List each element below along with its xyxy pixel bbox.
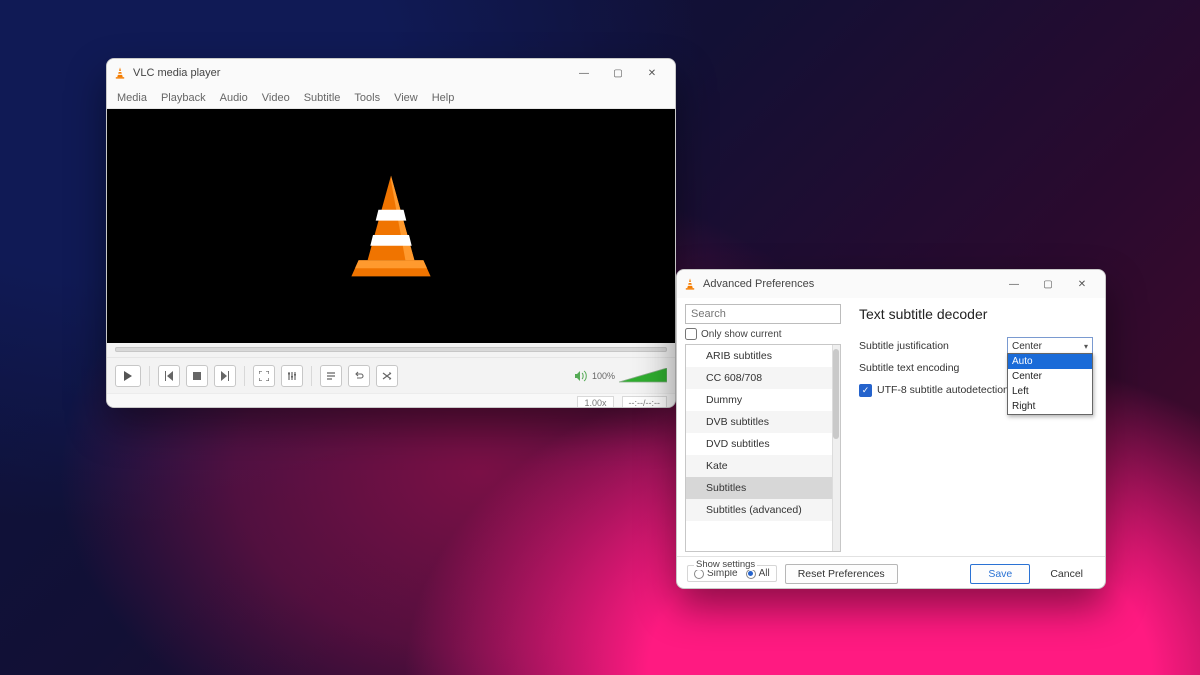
- dropdown-option[interactable]: Right: [1008, 399, 1092, 414]
- only-show-current-checkbox[interactable]: Only show current: [685, 328, 841, 340]
- play-button[interactable]: [115, 365, 141, 387]
- titlebar[interactable]: VLC media player — ▢ ✕: [107, 59, 675, 87]
- chevron-down-icon: ▾: [1084, 342, 1088, 351]
- video-area[interactable]: [107, 109, 675, 343]
- playlist-button[interactable]: [320, 365, 342, 387]
- stop-button[interactable]: [186, 365, 208, 387]
- menu-audio[interactable]: Audio: [220, 92, 248, 104]
- show-settings-group: Show settings Simple All: [687, 565, 777, 582]
- tree-item[interactable]: DVD subtitles: [686, 433, 840, 455]
- reset-preferences-button[interactable]: Reset Preferences: [785, 564, 898, 584]
- tree-scrollbar[interactable]: [832, 345, 840, 551]
- tree-item[interactable]: ARIB subtitles: [686, 345, 840, 367]
- tree-item[interactable]: Dummy: [686, 389, 840, 411]
- menu-tools[interactable]: Tools: [354, 92, 380, 104]
- menu-playback[interactable]: Playback: [161, 92, 206, 104]
- minimize-button[interactable]: —: [567, 60, 601, 86]
- dropdown-option[interactable]: Auto: [1008, 354, 1092, 369]
- window-title: VLC media player: [133, 67, 220, 79]
- menu-video[interactable]: Video: [262, 92, 290, 104]
- close-button[interactable]: ✕: [1065, 271, 1099, 297]
- loop-button[interactable]: [348, 365, 370, 387]
- window-title: Advanced Preferences: [703, 278, 814, 290]
- encoding-label: Subtitle text encoding: [859, 362, 1007, 374]
- panel-title: Text subtitle decoder: [859, 306, 1093, 322]
- save-button[interactable]: Save: [970, 564, 1030, 584]
- tree-item-selected[interactable]: Subtitles: [686, 477, 840, 499]
- vlc-cone-icon: [113, 66, 127, 80]
- dropdown-option[interactable]: Left: [1008, 384, 1092, 399]
- search-input[interactable]: [685, 304, 841, 324]
- maximize-button[interactable]: ▢: [1031, 271, 1065, 297]
- justification-dropdown[interactable]: Auto Center Left Right: [1007, 353, 1093, 415]
- menubar: Media Playback Audio Video Subtitle Tool…: [107, 87, 675, 109]
- fullscreen-button[interactable]: [253, 365, 275, 387]
- volume-readout: 100%: [592, 371, 615, 381]
- maximize-button[interactable]: ▢: [601, 60, 635, 86]
- tree-item[interactable]: Subtitles (advanced): [686, 499, 840, 521]
- close-button[interactable]: ✕: [635, 60, 669, 86]
- volume-slider[interactable]: [619, 368, 667, 384]
- ext-settings-button[interactable]: [281, 365, 303, 387]
- menu-help[interactable]: Help: [432, 92, 455, 104]
- next-button[interactable]: [214, 365, 236, 387]
- menu-media[interactable]: Media: [117, 92, 147, 104]
- utf8-label: UTF-8 subtitle autodetection: [877, 384, 1009, 396]
- speed-readout[interactable]: 1.00x: [577, 396, 613, 409]
- random-button[interactable]: [376, 365, 398, 387]
- vlc-cone-icon: [683, 277, 697, 291]
- vlc-cone-logo: [346, 171, 436, 281]
- cancel-button[interactable]: Cancel: [1038, 564, 1095, 584]
- menu-view[interactable]: View: [394, 92, 418, 104]
- speaker-icon[interactable]: [574, 370, 588, 382]
- time-readout[interactable]: --:--/--:--: [622, 396, 667, 409]
- tree-item[interactable]: Kate: [686, 455, 840, 477]
- prefs-tree[interactable]: ARIB subtitles CC 608/708 Dummy DVB subt…: [685, 344, 841, 552]
- seek-bar[interactable]: [107, 343, 675, 357]
- menu-subtitle[interactable]: Subtitle: [304, 92, 341, 104]
- utf8-checkbox[interactable]: ✓: [859, 384, 872, 397]
- minimize-button[interactable]: —: [997, 271, 1031, 297]
- tree-item[interactable]: CC 608/708: [686, 367, 840, 389]
- justification-label: Subtitle justification: [859, 340, 1007, 352]
- vlc-prefs-window: Advanced Preferences — ▢ ✕ Only show cur…: [676, 269, 1106, 589]
- vlc-main-window: VLC media player — ▢ ✕ Media Playback Au…: [106, 58, 676, 408]
- prev-button[interactable]: [158, 365, 180, 387]
- dropdown-option[interactable]: Center: [1008, 369, 1092, 384]
- tree-item[interactable]: DVB subtitles: [686, 411, 840, 433]
- titlebar[interactable]: Advanced Preferences — ▢ ✕: [677, 270, 1105, 298]
